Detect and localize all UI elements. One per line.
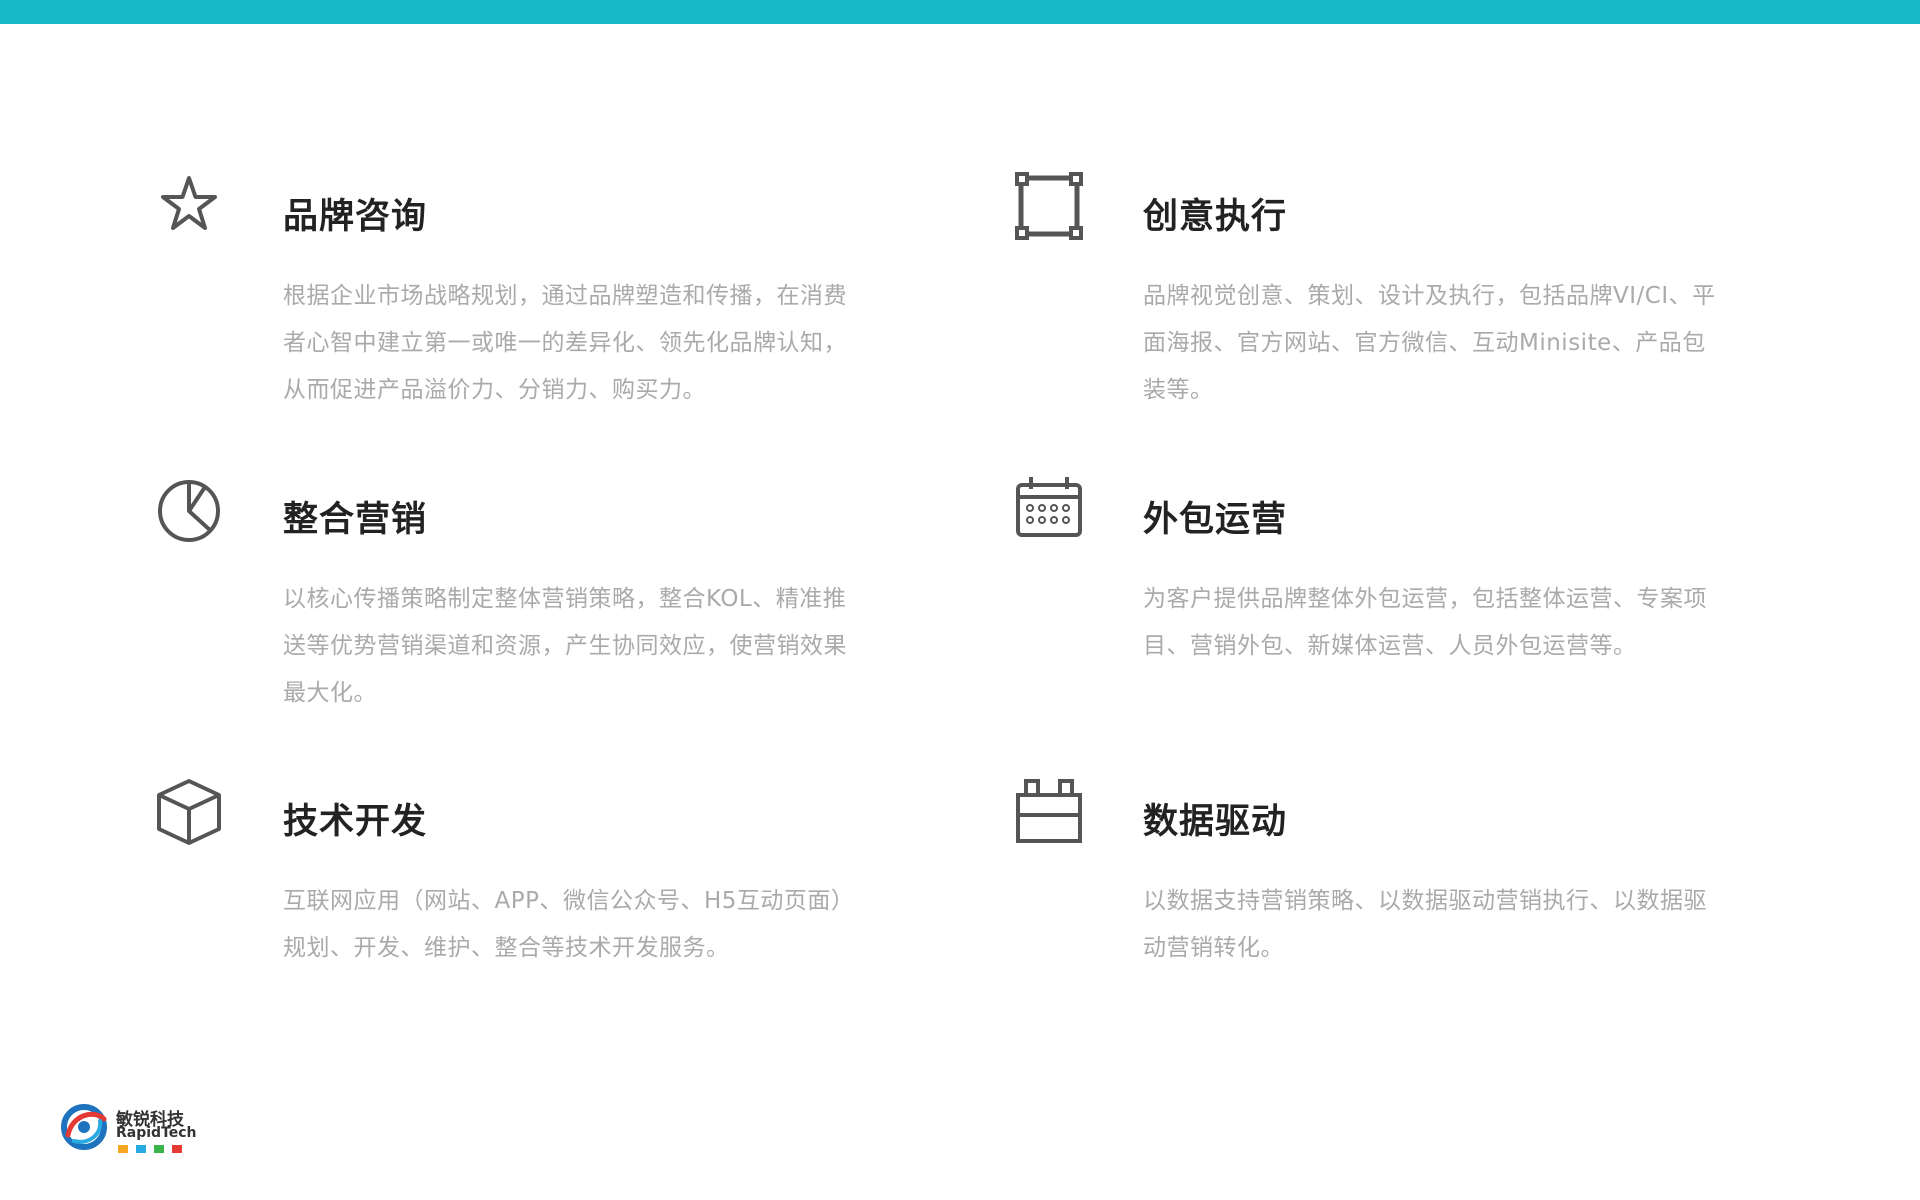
service-title: 整合营销 xyxy=(283,500,428,540)
logo-color-dots xyxy=(118,1145,182,1153)
service-title: 品牌咨询 xyxy=(283,197,428,237)
service-description: 品牌视觉创意、策划、设计及执行，包括品牌VI/CI、平面海报、官方网站、官方微信… xyxy=(1143,283,1716,403)
frame-icon xyxy=(1015,170,1095,250)
service-description: 根据企业市场战略规划，通过品牌塑造和传播，在消费者心智中建立第一或唯一的差异化、… xyxy=(283,283,847,403)
top-accent-bar xyxy=(0,0,1920,24)
service-title: 数据驱动 xyxy=(1143,802,1288,842)
logo-name-en: RapidTech xyxy=(116,1125,197,1141)
cube-icon xyxy=(155,775,235,855)
logo-dot xyxy=(172,1145,182,1153)
service-description: 以数据支持营销策略、以数据驱动营销执行、以数据驱动营销转化。 xyxy=(1143,888,1707,961)
service-title: 创意执行 xyxy=(1143,197,1288,237)
service-description: 以核心传播策略制定整体营销策略，整合KOL、精准推送等优势营销渠道和资源，产生协… xyxy=(283,586,847,706)
company-logo: 敏锐科技 RapidTech xyxy=(60,1095,220,1155)
logo-dot xyxy=(154,1145,164,1153)
swirl-logo-icon xyxy=(61,1104,107,1150)
pie-chart-icon xyxy=(155,473,235,553)
data-block-icon xyxy=(1015,775,1095,855)
service-description: 为客户提供品牌整体外包运营，包括整体运营、专案项目、营销外包、新媒体运营、人员外… xyxy=(1143,586,1707,659)
logo-dot xyxy=(118,1145,128,1153)
service-title: 外包运营 xyxy=(1143,500,1288,540)
service-description: 互联网应用（网站、APP、微信公众号、H5互动页面）规划、开发、维护、整合等技术… xyxy=(283,888,855,961)
page: 品牌咨询 根据企业市场战略规划，通过品牌塑造和传播，在消费者心智中建立第一或唯一… xyxy=(0,0,1920,1200)
star-icon xyxy=(155,170,235,250)
service-title: 技术开发 xyxy=(283,802,428,842)
calendar-icon xyxy=(1015,473,1095,553)
logo-dot xyxy=(136,1145,146,1153)
